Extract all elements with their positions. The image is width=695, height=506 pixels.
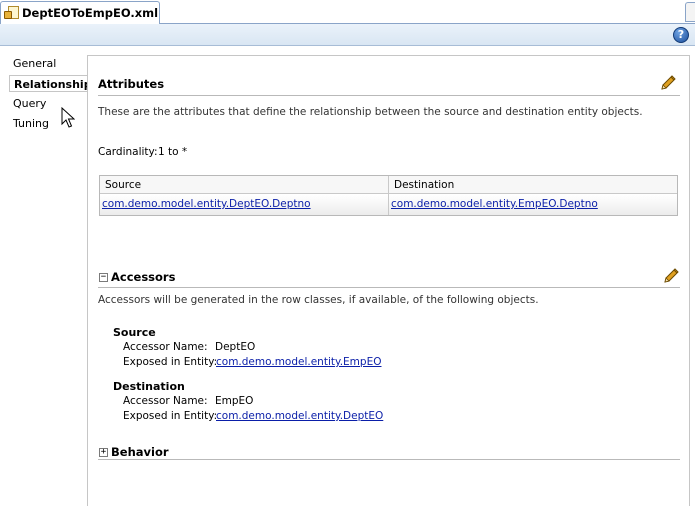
column-separator: [388, 176, 389, 215]
edit-accessors-pencil-icon[interactable]: [662, 267, 680, 285]
destination-exposed-entity-link[interactable]: com.demo.model.entity.DeptEO: [216, 410, 383, 422]
cardinality-value: 1 to *: [158, 146, 188, 158]
nav-item-relationship[interactable]: Relationship: [9, 75, 92, 92]
destination-column-header[interactable]: Destination: [389, 176, 677, 194]
editor-toolbar: ?: [0, 24, 695, 46]
attributes-table: Source Destination com.demo.model.entity…: [99, 175, 678, 216]
accessors-section-title[interactable]: Accessors: [111, 270, 175, 284]
behavior-divider: [98, 459, 680, 460]
source-column-header[interactable]: Source: [100, 176, 389, 194]
nav-item-query[interactable]: Query: [9, 95, 50, 112]
destination-exposed-label: Exposed in Entity:: [123, 410, 218, 422]
accessors-divider: [98, 287, 680, 288]
table-row-destination-cell[interactable]: com.demo.model.entity.EmpEO.Deptno: [389, 195, 677, 215]
table-row-source-cell[interactable]: com.demo.model.entity.DeptEO.Deptno: [100, 195, 389, 215]
accessor-destination-heading: Destination: [113, 380, 185, 393]
editor-tab[interactable]: DeptEOToEmpEO.xml: [0, 1, 160, 24]
editor-tab-label: DeptEOToEmpEO.xml: [22, 6, 159, 20]
destination-accessor-name-value: EmpEO: [215, 395, 254, 407]
next-tab-edge[interactable]: [685, 2, 695, 22]
nav-item-tuning[interactable]: Tuning: [9, 115, 53, 132]
relationship-panel: Attributes These are the attributes that…: [87, 55, 690, 506]
source-attribute-link[interactable]: com.demo.model.entity.DeptEO.Deptno: [102, 198, 311, 210]
source-accessor-name-label: Accessor Name:: [123, 341, 208, 353]
mouse-pointer-icon: [61, 107, 75, 128]
behavior-section-title[interactable]: Behavior: [111, 445, 169, 459]
nav-item-general[interactable]: General: [9, 55, 60, 72]
source-accessor-name-value: DeptEO: [215, 341, 256, 353]
source-exposed-label: Exposed in Entity:: [123, 356, 218, 368]
editor-tab-strip: DeptEOToEmpEO.xml: [0, 0, 695, 24]
behavior-expand-icon[interactable]: +: [99, 448, 108, 457]
cardinality-label: Cardinality:: [98, 146, 158, 158]
destination-accessor-name-label: Accessor Name:: [123, 395, 208, 407]
help-icon[interactable]: ?: [673, 27, 689, 43]
attributes-section-title: Attributes: [98, 77, 165, 91]
edit-attributes-pencil-icon[interactable]: [659, 74, 677, 92]
attributes-description: These are the attributes that define the…: [98, 106, 643, 118]
accessor-source-heading: Source: [113, 326, 156, 339]
accessors-collapse-icon[interactable]: −: [99, 273, 108, 282]
destination-attribute-link[interactable]: com.demo.model.entity.EmpEO.Deptno: [391, 198, 598, 210]
xml-file-icon: [4, 6, 19, 20]
accessors-description: Accessors will be generated in the row c…: [98, 294, 539, 306]
source-exposed-entity-link[interactable]: com.demo.model.entity.EmpEO: [216, 356, 381, 368]
attributes-divider: [98, 95, 680, 96]
